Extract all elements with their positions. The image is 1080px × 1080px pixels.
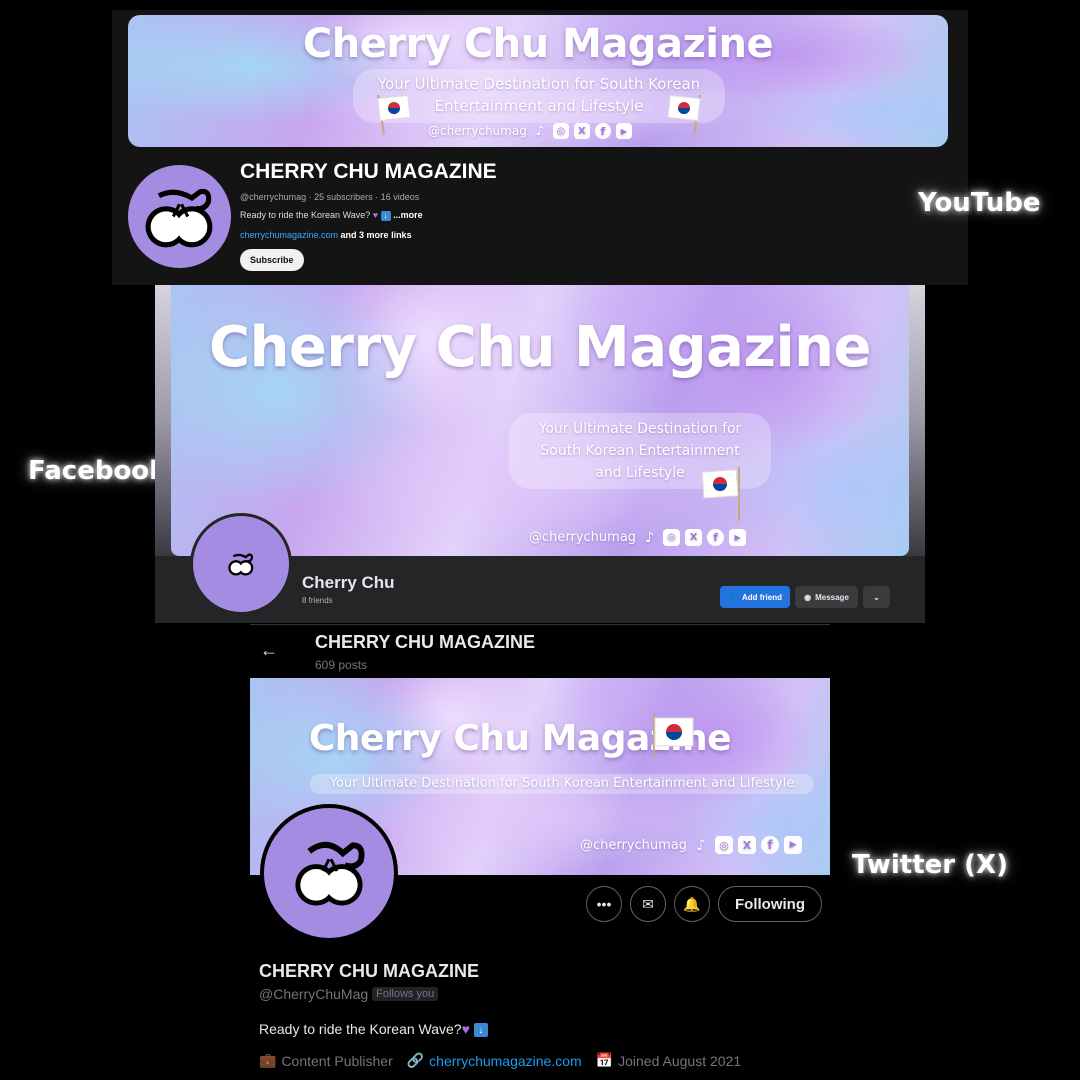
profile-bio: Ready to ride the Korean Wave?♥ ↓	[259, 1021, 488, 1038]
banner-social-row: @cherrychumag ♪ ◎ X f ▶	[580, 836, 803, 854]
youtube-channel-header: Cherry Chu Magazine Your Ultimate Destin…	[112, 10, 968, 285]
more-options-button[interactable]: ⌄	[863, 586, 890, 608]
purple-heart-icon: ♥	[461, 1021, 470, 1037]
messenger-icon: ◉	[804, 592, 812, 602]
briefcase-icon: 💼	[259, 1052, 277, 1068]
add-friend-button[interactable]: 👤 Add friend	[720, 586, 790, 608]
more-options-button[interactable]: •••	[586, 886, 622, 922]
category-text: Content Publisher	[281, 1052, 393, 1069]
divider	[250, 624, 830, 625]
channel-name: CHERRY CHU MAGAZINE	[240, 160, 497, 183]
banner-title: Cherry Chu Magazine	[208, 315, 872, 380]
profile-name: CHERRY CHU MAGAZINE	[259, 961, 480, 981]
more-links[interactable]: and 3 more links	[338, 230, 412, 240]
bell-plus-icon: 🔔	[683, 895, 701, 912]
tagline-line-2: South Korean Entertainment	[540, 443, 740, 459]
joined-item: 📅 Joined August 2021	[596, 1052, 741, 1069]
tiktok-icon: ♪	[535, 123, 544, 139]
friends-count[interactable]: 8 friends	[302, 596, 333, 605]
youtube-banner: Cherry Chu Magazine Your Ultimate Destin…	[128, 15, 948, 147]
banner-handle: @cherrychumag	[580, 837, 688, 853]
korean-flag-icon	[701, 467, 740, 521]
korean-flag-icon	[653, 714, 694, 758]
message-label: Message	[815, 592, 849, 602]
message-button[interactable]: ✉	[630, 886, 666, 922]
avatar[interactable]	[190, 513, 292, 615]
avatar[interactable]	[128, 165, 231, 268]
youtube-icon: ▶	[784, 836, 803, 854]
link-icon: 🔗	[406, 1052, 425, 1068]
down-arrow-icon: ↓	[380, 210, 391, 221]
banner-handle: @cherrychumag	[529, 530, 637, 545]
youtube-icon: ▶	[729, 529, 747, 546]
notifications-button[interactable]: 🔔	[674, 886, 710, 922]
x-icon: X	[738, 836, 757, 854]
add-friend-label: Add friend	[741, 592, 782, 602]
bio-text: Ready to ride the Korean Wave?	[259, 1021, 462, 1037]
joined-text: Joined August 2021	[618, 1052, 742, 1069]
korean-flag-icon	[667, 94, 701, 136]
envelope-icon: ✉	[642, 895, 654, 912]
youtube-icon: ▶	[615, 123, 632, 139]
youtube-label: YouTube	[918, 188, 1041, 218]
twitter-profile: ← CHERRY CHU MAGAZINE 609 posts Cherry C…	[250, 624, 830, 1080]
instagram-icon: ◎	[715, 836, 734, 854]
facebook-profile-header: Cherry Chu Magazine Your Ultimate Destin…	[155, 285, 925, 623]
more-link[interactable]: ...more	[393, 210, 423, 220]
url-item: 🔗 cherrychumagazine.com	[407, 1052, 582, 1069]
down-arrow-icon: ↓	[473, 1023, 488, 1038]
posts-count: 609 posts	[315, 658, 368, 672]
tagline-line-1: Your Ultimate Destination for	[538, 421, 742, 437]
purple-heart-icon: ♥	[372, 210, 379, 220]
banner-social-row: @cherrychumag ♪ ◎ X f ▶	[428, 123, 632, 139]
facebook-cover: Cherry Chu Magazine Your Ultimate Destin…	[171, 285, 909, 556]
cherry-logo-icon	[145, 188, 213, 248]
chevron-down-icon: ⌄	[873, 592, 880, 602]
banner-handle: @cherrychumag	[428, 124, 527, 138]
tagline-line-1: Your Ultimate Destination for South Kore…	[377, 75, 701, 93]
korean-flag-icon	[377, 94, 411, 136]
banner-title: Cherry Chu Magazine	[302, 21, 774, 67]
instagram-icon: ◎	[552, 123, 569, 139]
ellipsis-icon: •••	[596, 896, 612, 912]
facebook-icon: f	[594, 123, 611, 139]
x-icon: X	[685, 529, 703, 546]
x-icon: X	[573, 123, 590, 139]
description-text: Ready to ride the Korean Wave?	[240, 210, 371, 220]
add-person-icon: 👤	[728, 592, 738, 602]
follows-you-badge: Follows you	[372, 987, 439, 1001]
category-item: 💼 Content Publisher	[259, 1052, 393, 1069]
channel-meta: @cherrychumag · 25 subscribers · 16 vide…	[240, 192, 420, 202]
profile-meta: 💼 Content Publisher 🔗 cherrychumagazine.co…	[259, 1052, 741, 1069]
calendar-icon: 📅	[595, 1052, 614, 1068]
website-link[interactable]: cherrychumagazine.com	[429, 1053, 582, 1069]
cherry-logo-icon	[295, 841, 365, 906]
profile-name[interactable]: Cherry Chu	[302, 573, 395, 593]
channel-links: cherrychumagazine.com and 3 more links	[240, 230, 412, 240]
back-arrow-icon[interactable]: ←	[260, 640, 278, 661]
banner-social-row: @cherrychumag ♪ ◎ X f ▶	[529, 529, 747, 546]
banner-title: Cherry Chu Magazine	[308, 718, 732, 759]
facebook-label: Facebook	[28, 456, 167, 486]
website-link[interactable]: cherrychumagazine.com	[240, 230, 338, 240]
tiktok-icon: ♪	[696, 836, 706, 854]
avatar[interactable]	[260, 804, 398, 942]
tiktok-icon: ♪	[645, 529, 655, 546]
twitter-label: Twitter (X)	[852, 850, 1008, 880]
cherry-logo-icon	[228, 553, 254, 576]
profile-handle-row: @CherryChuMag Follows you	[259, 986, 439, 1002]
subscribe-button[interactable]: Subscribe	[240, 249, 304, 271]
profile-handle: @CherryChuMag	[259, 986, 369, 1002]
facebook-icon: f	[707, 529, 725, 546]
header-name: CHERRY CHU MAGAZINE	[315, 632, 536, 652]
instagram-icon: ◎	[663, 529, 681, 546]
banner-tagline: Your Ultimate Destination for South Kore…	[310, 774, 814, 794]
following-button[interactable]: Following	[718, 886, 822, 922]
channel-description[interactable]: Ready to ride the Korean Wave? ♥ ↓ ...mo…	[240, 210, 423, 221]
facebook-icon: f	[761, 836, 780, 854]
message-button[interactable]: ◉ Message	[795, 586, 858, 608]
